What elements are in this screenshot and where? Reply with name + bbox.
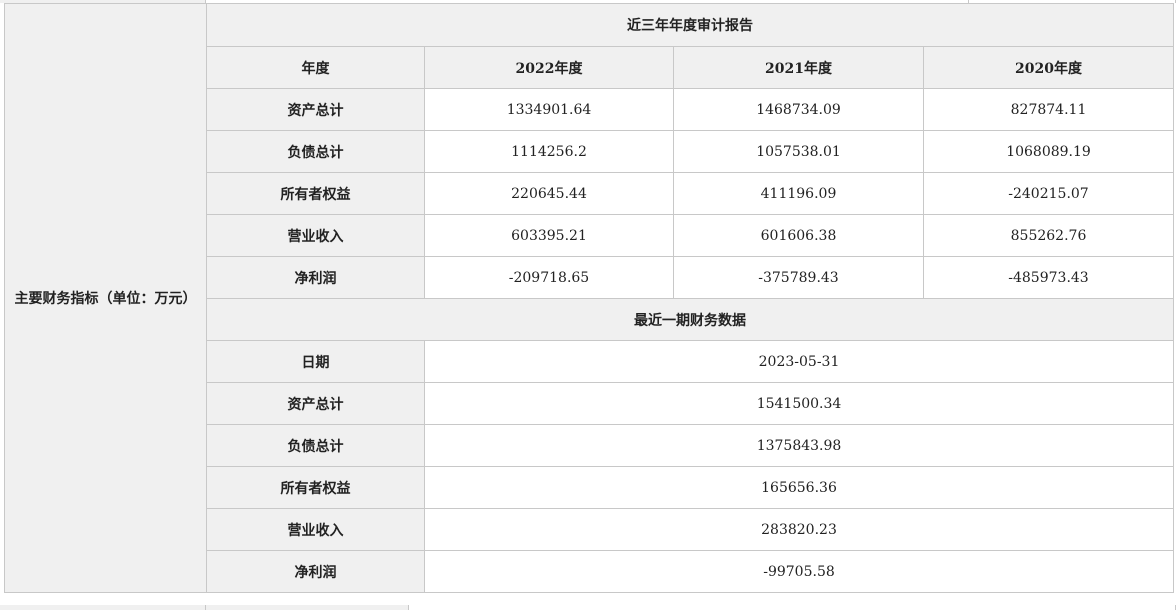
row-label: 净利润: [206, 256, 425, 299]
row-label: 资产总计: [206, 382, 425, 425]
row-label: 所有者权益: [206, 466, 425, 509]
cell-value: 601606.38: [673, 214, 924, 257]
cell-value: 1468734.09: [673, 88, 924, 131]
next-row-edge: [0, 605, 1176, 610]
cell-value: 1057538.01: [673, 130, 924, 173]
row-label: 日期: [206, 340, 425, 383]
row-label: 负债总计: [206, 130, 425, 173]
year-header-2021: 2021年度: [673, 46, 924, 89]
cell-value: -240215.07: [923, 172, 1174, 215]
annual-section-row: 主要财务指标（单位：万元） 近三年年度审计报告: [4, 3, 1174, 593]
cell-value: 827874.11: [923, 88, 1174, 131]
next-row-cell: [0, 605, 206, 610]
cell-value: -375789.43: [673, 256, 924, 299]
next-row-cell: [409, 605, 1176, 610]
cell-value: -485973.43: [923, 256, 1174, 299]
cell-value: 1068089.19: [923, 130, 1174, 173]
cell-value: 1114256.2: [424, 130, 674, 173]
row-label: 净利润: [206, 550, 425, 593]
row-label: 营业收入: [206, 214, 425, 257]
cell-value: 165656.36: [424, 466, 1174, 509]
side-label: 主要财务指标（单位：万元）: [4, 3, 207, 593]
cell-value: 220645.44: [424, 172, 674, 215]
row-label: 负债总计: [206, 424, 425, 467]
cell-value: 603395.21: [424, 214, 674, 257]
cell-value: 2023-05-31: [424, 340, 1174, 383]
year-header-2020: 2020年度: [923, 46, 1174, 89]
recent-section-title: 最近一期财务数据: [206, 298, 1174, 341]
next-row-cell: [206, 605, 409, 610]
financial-table: 主要财务指标（单位：万元） 近三年年度审计报告 年度 2022年度 2021年度…: [4, 3, 1174, 593]
year-header-label: 年度: [206, 46, 425, 89]
annual-section-title: 近三年年度审计报告: [206, 3, 1174, 47]
row-label: 所有者权益: [206, 172, 425, 215]
row-label: 资产总计: [206, 88, 425, 131]
financial-indicators-sheet: 主要财务指标（单位：万元） 近三年年度审计报告 年度 2022年度 2021年度…: [0, 0, 1176, 610]
cell-value: 283820.23: [424, 508, 1174, 551]
cell-value: 1375843.98: [424, 424, 1174, 467]
row-label: 营业收入: [206, 508, 425, 551]
cell-value: 1541500.34: [424, 382, 1174, 425]
cell-value: -99705.58: [424, 550, 1174, 593]
cell-value: 855262.76: [923, 214, 1174, 257]
cell-value: -209718.65: [424, 256, 674, 299]
cell-value: 411196.09: [673, 172, 924, 215]
year-header-2022: 2022年度: [424, 46, 674, 89]
cell-value: 1334901.64: [424, 88, 674, 131]
